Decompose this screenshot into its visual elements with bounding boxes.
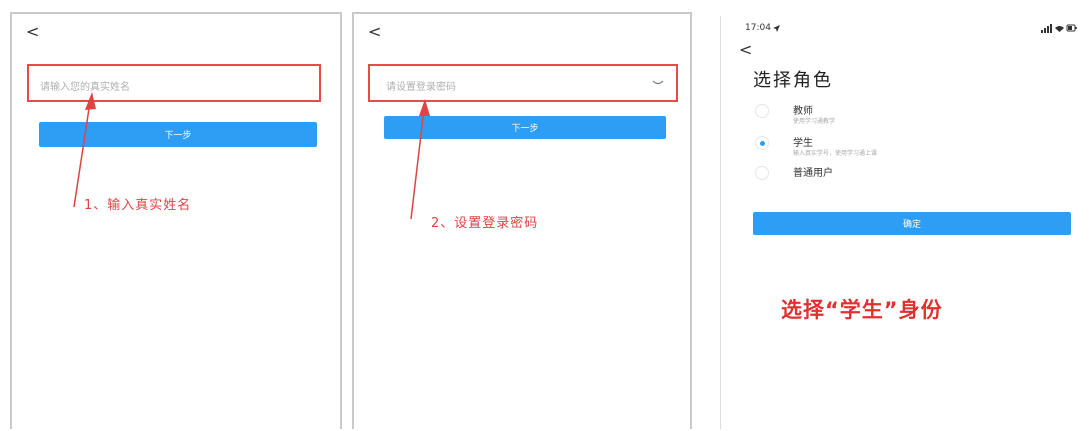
password-setup-screen: < 请设置登录密码 下一步 2、设置登录密码 [352,12,692,429]
confirm-button[interactable]: 确定 [753,212,1071,235]
page-title: 选择角色 [753,70,833,91]
role-label: 教师 [793,106,813,117]
selected-dot [759,140,765,146]
role-selection-screen: 17:04 < 选择角色 教师 使用学习通教学 学生 输入真实学号，使用学习通上… [720,16,1082,429]
role-radio-student[interactable] [755,136,769,150]
role-label: 普通用户 [793,168,833,179]
name-entry-screen: < 请输入您的真实姓名 下一步 1、输入真实姓名 [10,12,342,429]
location-icon [773,25,780,32]
role-description: 使用学习通教学 [793,118,836,125]
status-icons [1041,24,1077,33]
role-radio-regular-user[interactable] [755,166,769,180]
status-time: 17:04 [745,23,771,33]
role-annotation: 选择“学生”身份 [781,298,943,322]
step-annotation: 2、设置登录密码 [431,216,539,231]
step-annotation: 1、输入真实姓名 [84,198,192,213]
back-button[interactable]: < [739,42,752,58]
annotation-arrow [73,92,96,208]
role-radio-teacher[interactable] [755,104,769,118]
role-label: 学生 [793,138,813,149]
role-description: 输入真实学号，使用学习通上课 [793,150,878,157]
